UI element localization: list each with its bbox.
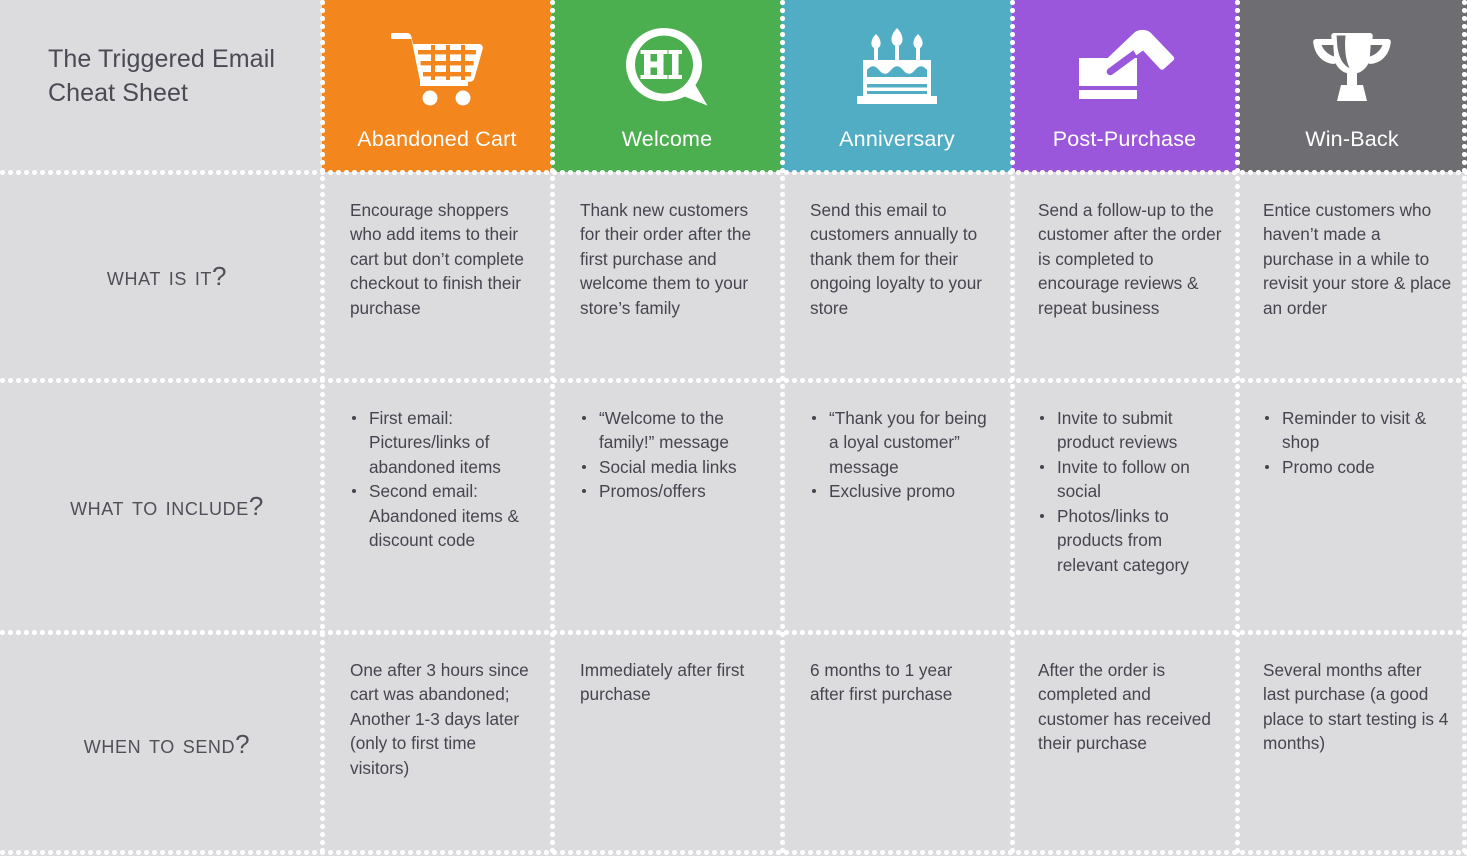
trophy-icon [1237,0,1467,129]
cell-what-is-it-post-purchase: Send a follow-up to the customer after t… [1012,172,1237,380]
page-title-line-1: The Triggered Email [48,45,275,74]
column-header-label: Win-Back [1305,126,1399,151]
row-label-text: What to include? [70,490,264,521]
bullet-item: Promo code [1263,455,1453,479]
cell-text: One after 3 hours since cart was abandon… [350,660,529,778]
cell-when-to-send-win-back: Several months after last purchase (a go… [1237,632,1467,856]
bullet-item: Invite to submit product reviews [1038,406,1223,455]
bullet-item: Reminder to visit & shop [1263,406,1453,455]
cell-text: After the order is completed and custome… [1038,660,1211,754]
bullet-list: First email: Pictures/links of abandoned… [350,406,530,553]
column-header-label: Anniversary [839,126,955,151]
bullet-item: “Welcome to the family!” message [580,406,760,455]
bullet-list: Invite to submit product reviews Invite t… [1038,406,1223,577]
bullet-item: Second email: Abandoned items & discount… [350,479,530,552]
cell-what-is-it-anniversary: Send this email to customers annually to… [782,172,1012,380]
cell-what-to-include-welcome: “Welcome to the family!” message Social m… [552,380,782,632]
cell-text: Immediately after first purchase [580,660,745,705]
cell-when-to-send-welcome: Immediately after first purchase [552,632,782,856]
cell-text: Encourage shoppers who add items to thei… [350,200,524,318]
cell-what-to-include-win-back: Reminder to visit & shop Promo code [1237,380,1467,632]
bullet-item: First email: Pictures/links of abandoned… [350,406,530,479]
bullet-item: “Thank you for being a loyal customer” m… [810,406,990,479]
shopping-cart-icon [322,0,552,129]
cheat-sheet-infographic: The Triggered Email Cheat Sheet Abandone… [0,0,1467,856]
birthday-cake-icon [782,0,1012,129]
cell-when-to-send-abandoned-cart: One after 3 hours since cart was abandon… [322,632,552,856]
page-title: The Triggered Email Cheat Sheet [0,0,322,172]
row-label-what-to-include: What to include? [0,380,322,632]
cell-what-to-include-anniversary: “Thank you for being a loyal customer” m… [782,380,1012,632]
column-header-label: Post-Purchase [1052,126,1197,151]
column-header-label: Abandoned Cart [357,126,517,151]
bullet-item: Photos/links to products from relevant c… [1038,504,1223,577]
cell-text: Several months after last purchase (a go… [1263,660,1449,754]
cell-text: Entice customers who haven’t made a purc… [1263,200,1452,318]
cell-what-is-it-win-back: Entice customers who haven’t made a purc… [1237,172,1467,380]
column-header-abandoned-cart[interactable]: Abandoned Cart [322,0,552,172]
bullet-item: Exclusive promo [810,479,990,503]
comparison-grid: The Triggered Email Cheat Sheet Abandone… [0,0,1467,856]
cell-text: Send this email to customers annually to… [810,200,982,318]
column-header-post-purchase[interactable]: Post-Purchase [1012,0,1237,172]
bullet-item: Promos/offers [580,479,760,503]
bullet-item: Invite to follow on social [1038,455,1223,504]
column-header-welcome[interactable]: Welcome [552,0,782,172]
cell-text: Send a follow-up to the customer after t… [1038,200,1222,318]
column-header-win-back[interactable]: Win-Back [1237,0,1467,172]
hi-speech-bubble-icon [552,0,782,129]
cell-when-to-send-post-purchase: After the order is completed and custome… [1012,632,1237,856]
row-label-what-is-it: What is it? [0,172,322,380]
cell-when-to-send-anniversary: 6 months to 1 year after first purchase [782,632,1012,856]
bullet-item: Social media links [580,455,760,479]
bullet-list: “Thank you for being a loyal customer” m… [810,406,990,504]
row-label-when-to-send: When to Send? [0,632,322,856]
cell-what-is-it-welcome: Thank new customers for their order afte… [552,172,782,380]
bullet-list: Reminder to visit & shop Promo code [1263,406,1453,479]
hand-credit-card-icon [1012,0,1237,129]
row-label-text: When to Send? [83,728,251,759]
cell-what-is-it-abandoned-cart: Encourage shoppers who add items to thei… [322,172,552,380]
cell-what-to-include-abandoned-cart: First email: Pictures/links of abandoned… [322,380,552,632]
cell-what-to-include-post-purchase: Invite to submit product reviews Invite t… [1012,380,1237,632]
page-title-line-2: Cheat Sheet [48,79,189,107]
row-label-text: What is it? [106,260,228,291]
cell-text: Thank new customers for their order afte… [580,200,752,318]
cell-text: 6 months to 1 year after first purchase [810,660,953,705]
page-title-text: The Triggered Email Cheat Sheet [48,43,275,111]
column-header-label: Welcome [621,126,713,151]
column-header-anniversary[interactable]: Anniversary [782,0,1012,172]
bullet-list: “Welcome to the family!” message Social m… [580,406,760,504]
